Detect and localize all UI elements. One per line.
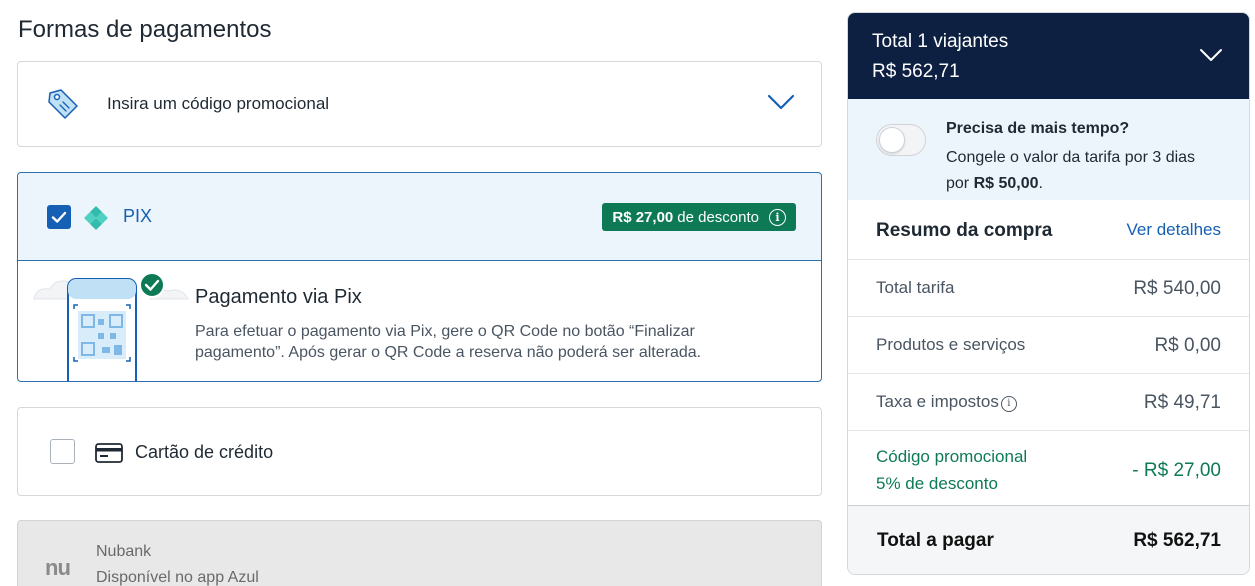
credit-card-checkbox[interactable] [50,439,75,464]
line-value: R$ 0,00 [1154,335,1221,356]
summary-line-products: Produtos e serviços R$ 0,00 [848,317,1249,374]
summary-title-row: Resumo da compra Ver detalhes [848,200,1249,260]
credit-card-label: Cartão de crédito [135,442,274,462]
purchase-summary-panel: Total 1 viajantes R$ 562,71 Precisa de m… [847,12,1250,575]
travelers-total-amount: R$ 562,71 [872,61,960,82]
total-to-pay-row: Total a pagar R$ 562,71 [848,506,1249,574]
nubank-logo: nu [45,555,71,580]
pix-card-header[interactable]: PIX R$ 27,00 de desconto i [18,173,821,261]
chevron-down-icon[interactable] [766,92,796,112]
summary-line-taxes: Taxa e impostos i R$ 49,71 [848,374,1249,431]
credit-card-icon [95,443,123,463]
toggle-knob [879,127,905,153]
summary-title: Resumo da compra [876,220,1053,241]
pix-payment-card[interactable]: PIX R$ 27,00 de desconto i Pagamento via… [17,172,822,382]
line-value: R$ 540,00 [1133,278,1221,299]
chevron-down-icon[interactable] [1199,47,1223,63]
travelers-total-label: Total 1 viajantes [872,31,1009,52]
qr-phone-illustration [33,272,189,381]
pix-logo-icon [84,206,108,230]
discount-text: de desconto [677,208,759,226]
nubank-subtitle: Disponível no app Azul [96,569,259,586]
summary-header[interactable]: Total 1 viajantes R$ 562,71 [848,13,1249,99]
pix-label: PIX [123,206,153,226]
total-value: R$ 562,71 [1133,530,1221,551]
promo-code-label: Insira um código promocional [107,94,330,113]
nubank-name: Nubank [96,543,152,560]
summary-line-promo: Código promocional 5% de desconto - R$ 2… [848,431,1249,506]
pix-title: Pagamento via Pix [195,286,362,308]
checkbox-checked-icon[interactable] [47,205,71,229]
line-value: R$ 49,71 [1143,392,1221,413]
pix-description: Para efetuar o pagamento via Pix, gere o… [195,323,702,361]
fare-freeze-question: Precisa de mais tempo? [946,120,1130,137]
promo-code-card[interactable]: Insira um código promocional [17,61,822,147]
summary-line-fare: Total tarifa R$ 540,00 [848,260,1249,317]
info-icon[interactable]: i [769,208,786,226]
discount-badge: R$ 27,00 de desconto i [602,203,796,231]
line-label: Produtos e serviços [876,335,1026,354]
view-details-link[interactable]: Ver detalhes [1126,220,1221,240]
fare-freeze-section: Precisa de mais tempo? Congele o valor d… [848,99,1249,200]
tag-icon [48,89,78,119]
total-label: Total a pagar [877,530,994,551]
nubank-option: nu Nubank Disponível no app Azul [17,520,822,586]
line-label-with-info: Taxa e impostos i [876,392,1017,412]
page-title: Formas de pagamentos [18,16,272,43]
promo-line-label: Código promocional [876,447,1028,466]
info-icon[interactable]: i [1000,395,1017,412]
fare-freeze-toggle[interactable] [876,124,926,156]
fare-freeze-description: Congele o valor da tarifa por 3 dias por… [946,149,1196,192]
promo-line-value: - R$ 27,00 [1132,460,1221,481]
credit-card-option[interactable]: Cartão de crédito [17,407,822,496]
promo-line-sublabel: 5% de desconto [876,474,998,493]
discount-amount: R$ 27,00 [612,208,674,226]
fare-freeze-price: R$ 50,00 [973,175,1039,192]
line-label: Total tarifa [876,278,955,297]
